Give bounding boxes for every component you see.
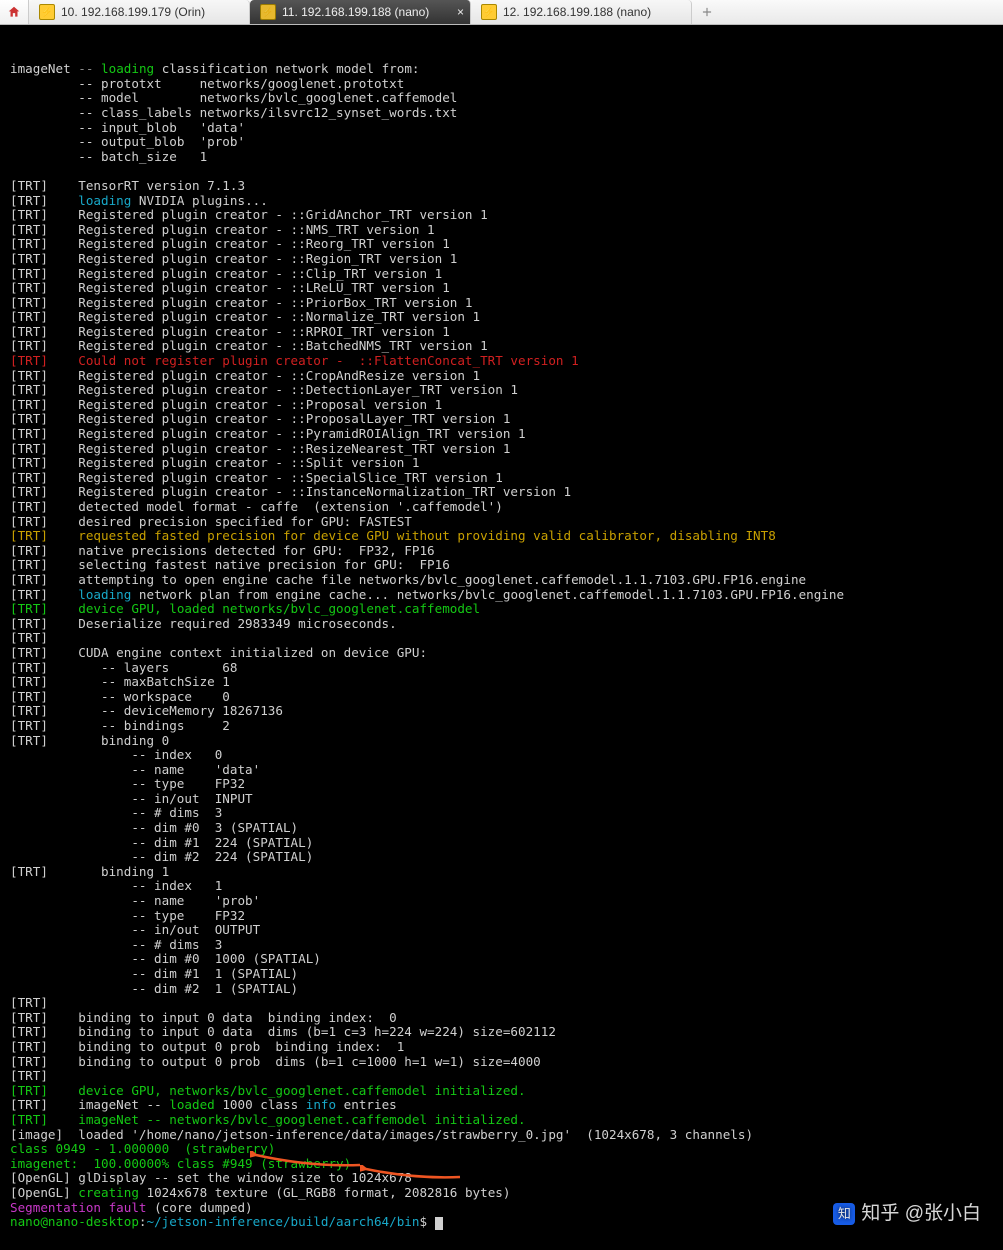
zhihu-icon: 知 <box>833 1203 855 1225</box>
plus-icon <box>700 5 714 19</box>
tab-label: 10. 192.168.199.179 (Orin) <box>61 5 205 19</box>
cursor <box>435 1217 443 1230</box>
home-button[interactable] <box>0 0 29 24</box>
lightning-icon: ⚡ <box>481 4 497 20</box>
new-tab-button[interactable] <box>692 0 722 24</box>
tab-label: 11. 192.168.199.188 (nano) <box>282 5 429 19</box>
lightning-icon: ⚡ <box>260 4 276 20</box>
tab-2[interactable]: ⚡ 12. 192.168.199.188 (nano) <box>471 0 692 24</box>
tab-label: 12. 192.168.199.188 (nano) <box>503 5 651 19</box>
terminal-text: imageNet -- loading classification netwo… <box>10 48 993 1230</box>
home-icon <box>7 5 21 19</box>
terminal-output[interactable]: imageNet -- loading classification netwo… <box>0 25 1003 1250</box>
tab-0[interactable]: ⚡ 10. 192.168.199.179 (Orin) <box>29 0 250 24</box>
lightning-icon: ⚡ <box>39 4 55 20</box>
close-icon[interactable]: × <box>457 5 464 19</box>
watermark: 知知乎 @张小白 <box>833 1203 981 1225</box>
tab-bar: ⚡ 10. 192.168.199.179 (Orin) ⚡ 11. 192.1… <box>0 0 1003 25</box>
tab-1[interactable]: ⚡ 11. 192.168.199.188 (nano) × <box>250 0 471 24</box>
